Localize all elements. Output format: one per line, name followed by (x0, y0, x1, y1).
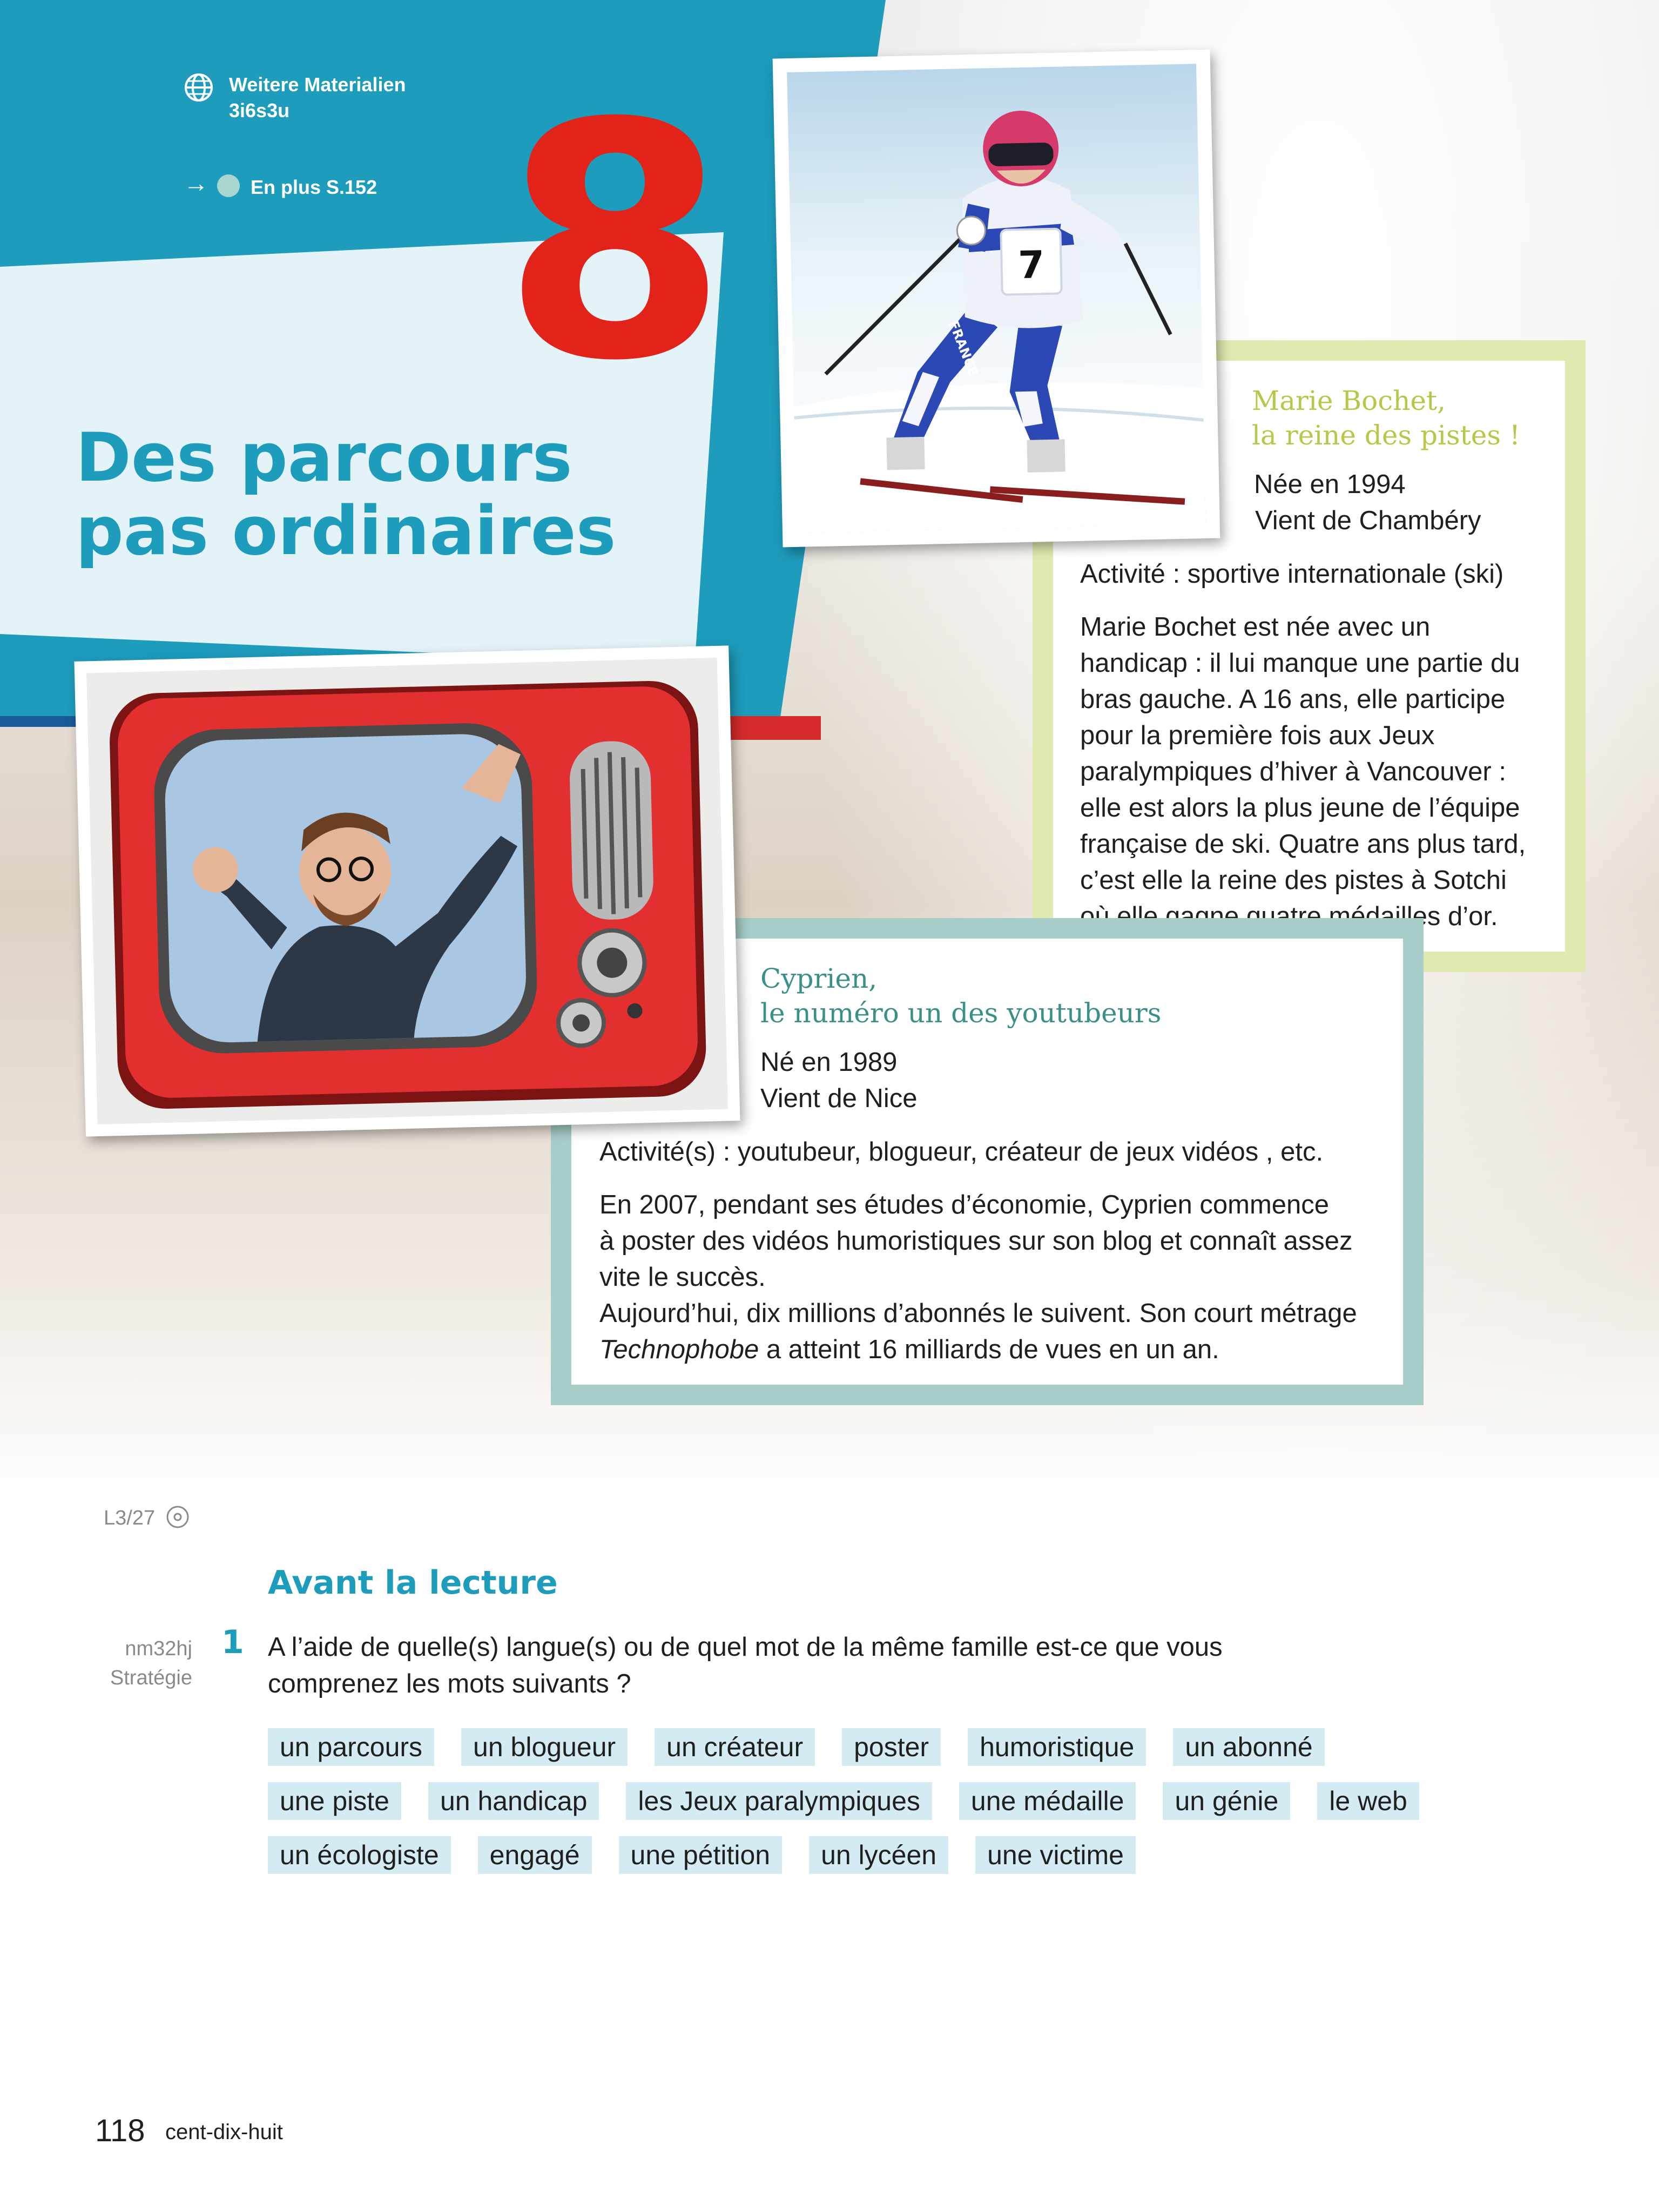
marie-bio-line: paralympiques d’hiver à Vancouver : (1080, 757, 1506, 786)
cyprien-bio-line: En 2007, pendant ses études d’économie, … (599, 1190, 1330, 1219)
tv-photo (74, 645, 740, 1137)
marie-bio-line: française de ski. Quatre ans plus tard, (1080, 830, 1526, 859)
chapter-title-line1: Des parcours (76, 419, 572, 497)
marie-bio-line: bras gauche. A 16 ans, elle participe (1080, 685, 1506, 714)
vocab-chip: poster (842, 1728, 941, 1766)
strategy-label: Stratégie (110, 1667, 192, 1689)
marie-title-line2: la reine des pistes ! (1252, 420, 1520, 451)
vocab-chip: engagé (477, 1836, 592, 1874)
marie-title-line1: Marie Bochet, (1252, 385, 1446, 416)
cyprien-title: Cyprien, le numéro un des youtubeurs (760, 961, 1161, 1030)
vocab-chip: un créateur (655, 1728, 815, 1766)
marie-bio-line: handicap : il lui manque une partie du (1080, 649, 1520, 678)
marie-bio: Marie Bochet est née avec un handicap : … (1080, 609, 1555, 935)
materials-label: Weitere Materialien (229, 73, 406, 96)
tv-image (86, 657, 729, 1125)
exercise-question: A l’aide de quelle(s) langue(s) ou de qu… (268, 1629, 1223, 1702)
chapter-title-line2: pas ordinaires (76, 493, 616, 570)
skier-photo: 7 FRANCE (772, 49, 1220, 548)
vocab-chip: une victime (975, 1836, 1136, 1874)
en-plus-link[interactable]: → En plus S.152 (184, 169, 410, 204)
vocab-chip: un parcours (268, 1728, 435, 1766)
exercise-number: 1 (221, 1623, 244, 1661)
section-title: Avant la lecture (268, 1564, 558, 1602)
vocab-chip: une pétition (618, 1836, 783, 1874)
cyprien-title-line1: Cyprien, (760, 963, 878, 994)
cyprien-bio-line: Aujourd’hui, dix millions d’abonnés le s… (599, 1299, 1357, 1328)
bib-number: 7 (1018, 242, 1045, 287)
cd-icon (166, 1506, 189, 1528)
chapter-title: Des parcours pas ordinaires (76, 421, 616, 568)
cyprien-born: Né en 1989 (760, 1048, 898, 1077)
materials-code: 3i6s3u (229, 99, 290, 122)
vocab-chip: un blogueur (461, 1728, 628, 1766)
vocab-chip: un abonné (1173, 1728, 1325, 1766)
skier-image: 7 FRANCE (787, 64, 1206, 533)
cyprien-from: Vient de Nice (760, 1084, 918, 1113)
level-dot-icon (217, 174, 240, 197)
cyprien-title-line2: le numéro un des youtubeurs (760, 997, 1162, 1029)
skier-illustration: 7 FRANCE (794, 110, 1206, 533)
exercise-meta: nm32hj Stratégie (54, 1634, 192, 1692)
audio-track-label: L3/27 (104, 1507, 156, 1529)
cyprien-bio-line: à poster des vidéos humoristiques sur so… (599, 1226, 1353, 1256)
webcode: nm32hj (125, 1637, 192, 1660)
marie-activity: Activité : sportive internationale (ski) (1080, 559, 1504, 589)
globe-icon (185, 73, 213, 102)
vocab-chip: un handicap (428, 1782, 599, 1820)
chapter-number: 8 (502, 54, 728, 431)
vocab-chip: une piste (268, 1782, 401, 1820)
cyprien-activity: Activité(s) : youtubeur, blogueur, créat… (599, 1137, 1324, 1166)
marie-bio-line: elle est alors la plus jeune de l’équipe (1080, 793, 1520, 822)
materials-link[interactable]: Weitere Materialien 3i6s3u (184, 71, 464, 131)
cyprien-bio-rest: a atteint 16 milliards de vues en un an. (759, 1335, 1219, 1364)
marie-bio-line: Marie Bochet est née avec un (1080, 612, 1431, 642)
word-row-2: une piste un handicap les Jeux paralympiqu… (268, 1782, 1446, 1820)
vocab-chip: un écologiste (268, 1836, 451, 1874)
cyprien-bio-line: vite le succès. (599, 1263, 766, 1292)
cyprien-bio-line: Technophobe a atteint 16 milliards de vu… (599, 1332, 1388, 1368)
vocab-chip: les Jeux paralympiques (626, 1782, 932, 1820)
question-line: comprenez les mots suivants ? (268, 1669, 631, 1698)
marie-title: Marie Bochet, la reine des pistes ! (1252, 383, 1520, 453)
question-line: A l’aide de quelle(s) langue(s) ou de qu… (268, 1633, 1223, 1662)
vocab-chip: humoristique (968, 1728, 1147, 1766)
film-title: Technophobe (599, 1335, 759, 1364)
marie-bio-line: c’est elle la reine des pistes à Sotchi (1080, 866, 1507, 895)
word-row-3: un écologiste engagé une pétition un lycéen… (268, 1836, 1163, 1874)
word-row-1: un parcours un blogueur un créateur poster h… (268, 1728, 1352, 1766)
vocab-chip: un lycéen (809, 1836, 949, 1874)
vocab-chip: un génie (1163, 1782, 1291, 1820)
marie-from: Vient de Chambéry (1255, 506, 1481, 535)
arrow-icon: → (184, 169, 208, 197)
marie-born: Née en 1994 (1254, 470, 1406, 499)
vocab-chip: le web (1317, 1782, 1419, 1820)
cyprien-bio: En 2007, pendant ses études d’économie, … (599, 1187, 1388, 1368)
vocab-chip: une médaille (959, 1782, 1136, 1820)
en-plus-label: En plus S.152 (251, 176, 377, 198)
tv-illustration (86, 657, 729, 1125)
marie-bio-line: pour la première fois aux Jeux (1080, 721, 1435, 750)
page-number-words: cent-dix-huit (165, 2120, 283, 2144)
page-number: 118 (95, 2113, 145, 2148)
